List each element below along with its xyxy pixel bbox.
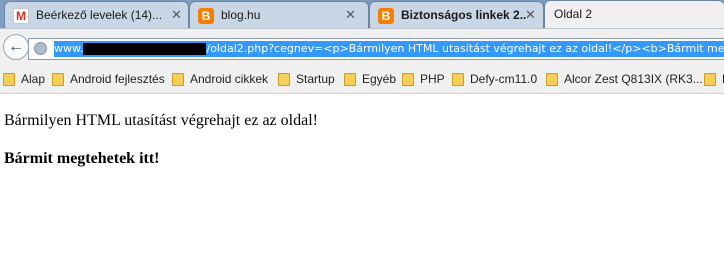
url-text[interactable]: www. /oldal2.php?cegnev=<p>Bármilyen HTML… — [54, 41, 724, 57]
bookmark-label: Egyéb — [362, 72, 397, 86]
bookmark-label: PHP — [420, 72, 445, 86]
bookmark-label: Android fejlesztés — [70, 72, 165, 86]
bookmark-label: Alcor Zest Q813IX (RK3... — [564, 72, 703, 86]
bookmark-label: Startup — [296, 72, 335, 86]
bookmark-label: Alap — [21, 72, 46, 86]
injected-paragraph: Bármilyen HTML utasítást végrehajt ez az… — [4, 112, 318, 129]
back-button[interactable]: ← — [3, 34, 29, 60]
tab-strip: M Beérkező levelek (14)... ✕ B blog.hu ✕… — [0, 0, 724, 28]
blogger-icon: B — [378, 8, 394, 24]
folder-icon — [278, 73, 290, 86]
bookmarks-bar: Alap Android fejlesztés Android cikkek S… — [0, 66, 724, 94]
bookmark-label: Defy-cm11.0 — [470, 72, 538, 86]
folder-icon — [546, 73, 558, 86]
tab-biztonsagos-linkek[interactable]: B Biztonságos linkek 2.... ✕ — [369, 1, 544, 28]
address-bar[interactable]: www. /oldal2.php?cegnev=<p>Bármilyen HTML… — [28, 38, 724, 60]
url-prefix: www. — [54, 42, 84, 55]
injected-bold-text: Bármit megtehetek itt! — [4, 150, 160, 167]
url-path: /oldal2.php?cegnev=<p>Bármilyen HTML uta… — [206, 42, 724, 55]
folder-icon — [344, 73, 356, 86]
tab-blog-hu[interactable]: B blog.hu ✕ — [189, 1, 369, 28]
tab-title: blog.hu — [221, 8, 261, 22]
bookmark-label: Android cikkek — [190, 72, 269, 86]
blogger-icon: B — [198, 8, 214, 24]
tab-inbox[interactable]: M Beérkező levelek (14)... ✕ — [4, 1, 189, 28]
folder-icon — [172, 73, 184, 86]
tab-title: Biztonságos linkek 2.... — [401, 8, 526, 22]
folder-icon — [52, 73, 64, 86]
gmail-icon: M — [13, 8, 29, 24]
tab-title: Beérkező levelek (14)... — [36, 8, 161, 22]
folder-icon — [452, 73, 464, 86]
redaction-bar — [83, 43, 207, 55]
folder-icon — [3, 73, 15, 86]
back-arrow-icon: ← — [8, 38, 24, 55]
tab-title: Oldal 2 — [554, 7, 593, 21]
close-icon[interactable]: ✕ — [171, 7, 182, 23]
tab-oldal-2[interactable]: Oldal 2 — [544, 0, 724, 28]
folder-icon — [704, 73, 716, 86]
close-icon[interactable]: ✕ — [525, 7, 536, 23]
folder-icon — [402, 73, 414, 86]
globe-icon — [34, 42, 47, 55]
page-content: Bármilyen HTML utasítást végrehajt ez az… — [4, 112, 318, 168]
navigation-toolbar: www. /oldal2.php?cegnev=<p>Bármilyen HTML… — [0, 28, 724, 66]
close-icon[interactable]: ✕ — [345, 7, 356, 23]
